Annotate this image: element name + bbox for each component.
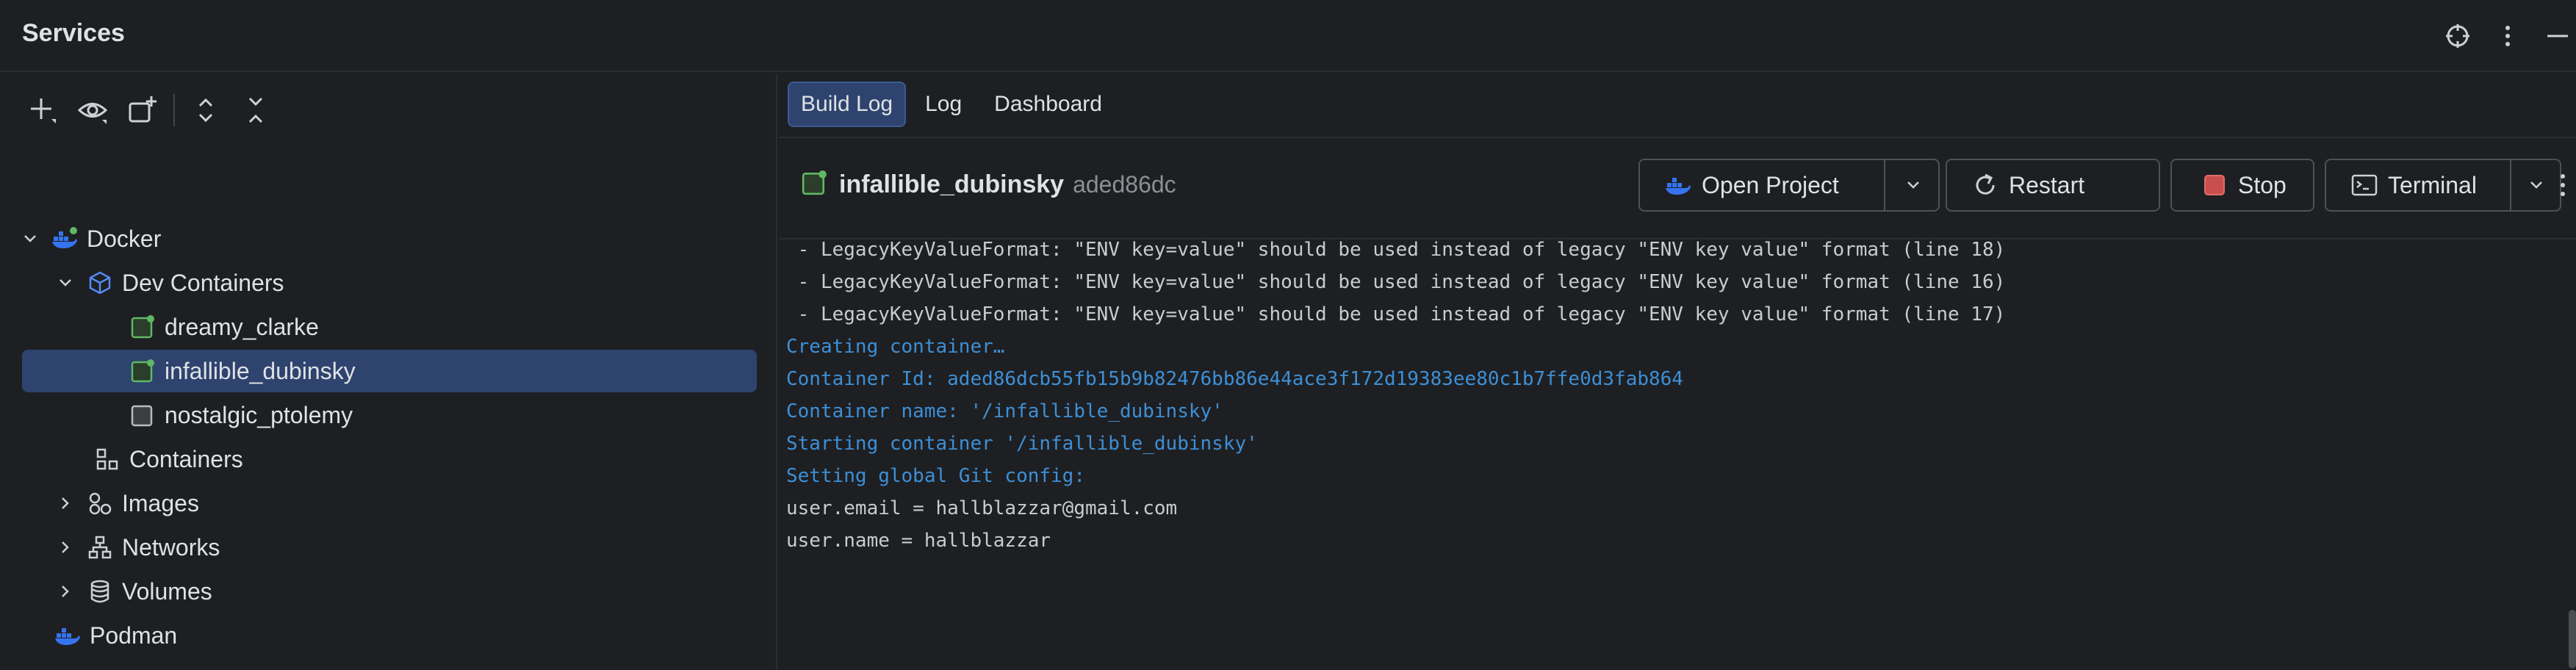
log-line: - LegacyKeyValueFormat: "ENV key=value" … bbox=[786, 303, 2006, 325]
toolbar-separator bbox=[173, 94, 175, 126]
stop-label: Stop bbox=[2238, 171, 2287, 198]
details-tabs: Build Log Log Dashboard bbox=[788, 81, 1121, 128]
container-running-icon bbox=[129, 314, 156, 340]
stop-icon bbox=[2200, 170, 2229, 200]
collapse-all-icon[interactable] bbox=[235, 90, 276, 131]
docker-icon bbox=[51, 226, 78, 252]
tree-label-networks: Networks bbox=[122, 533, 220, 561]
tree-toolbar bbox=[22, 88, 285, 132]
log-line: Creating container… bbox=[786, 336, 1005, 358]
tree-label-dev-containers: Dev Containers bbox=[122, 269, 284, 296]
log-line: - LegacyKeyValueFormat: "ENV key=value" … bbox=[786, 239, 2006, 261]
terminal-button[interactable]: Terminal bbox=[2325, 159, 2561, 212]
tree-item-docker[interactable]: Docker bbox=[19, 217, 161, 260]
container-name: infallible_dubinsky bbox=[839, 170, 1065, 198]
chevron-down-icon[interactable] bbox=[54, 272, 76, 294]
plus-icon[interactable] bbox=[22, 90, 63, 131]
tree-item-container-selected[interactable]: infallible_dubinsky bbox=[22, 350, 757, 392]
expand-all-icon[interactable] bbox=[185, 90, 226, 131]
tree-item-podman[interactable]: Podman bbox=[54, 614, 177, 657]
stop-button[interactable]: Stop bbox=[2170, 159, 2314, 212]
chevron-right-icon[interactable] bbox=[54, 492, 76, 514]
container-running-icon bbox=[801, 170, 827, 200]
restart-button[interactable]: Restart bbox=[1946, 159, 2160, 212]
tree-label-images: Images bbox=[122, 489, 199, 516]
chevron-down-icon[interactable] bbox=[19, 228, 41, 250]
tree-label-volumes: Volumes bbox=[122, 577, 212, 605]
button-split bbox=[1884, 160, 1885, 210]
target-icon[interactable] bbox=[2439, 18, 2476, 54]
tree-label-docker: Docker bbox=[87, 225, 162, 252]
container-id: aded86dc bbox=[1073, 170, 1176, 198]
tree-item-images[interactable]: Images bbox=[54, 482, 199, 525]
restart-icon bbox=[1971, 170, 2000, 200]
build-log-output[interactable]: - LegacyKeyValueFormat: "ENV key=value" … bbox=[786, 234, 2550, 557]
containers-icon bbox=[94, 446, 120, 472]
container-running-icon bbox=[129, 358, 156, 384]
window-title: Services bbox=[22, 19, 125, 47]
tree-item-networks[interactable]: Networks bbox=[54, 526, 220, 569]
volumes-icon bbox=[87, 578, 113, 605]
log-line: Setting global Git config: bbox=[786, 465, 1085, 487]
tree-item-containers[interactable]: Containers bbox=[94, 438, 243, 480]
cube-icon bbox=[87, 270, 113, 296]
more-vertical-icon[interactable] bbox=[2489, 18, 2526, 54]
tree-label-container: nostalgic_ptolemy bbox=[165, 401, 353, 428]
chevron-down-icon[interactable] bbox=[1888, 160, 1938, 210]
restart-label: Restart bbox=[2009, 171, 2085, 198]
title-bar: Services bbox=[0, 0, 2576, 72]
podman-icon bbox=[54, 622, 81, 649]
title-actions bbox=[2439, 18, 2576, 54]
terminal-label: Terminal bbox=[2388, 171, 2477, 198]
docker-icon bbox=[1663, 170, 1693, 200]
log-line: Container Id: aded86dcb55fb15b9b82476bb8… bbox=[786, 368, 1683, 390]
tab-build-log[interactable]: Build Log bbox=[788, 82, 907, 127]
log-scrollbar[interactable] bbox=[2569, 610, 2576, 669]
chevron-right-icon[interactable] bbox=[54, 580, 76, 602]
terminal-icon bbox=[2350, 170, 2379, 200]
tab-log[interactable]: Log bbox=[912, 82, 975, 127]
chevron-right-icon[interactable] bbox=[54, 536, 76, 558]
tree-label-podman: Podman bbox=[90, 622, 178, 649]
services-tree-panel: Docker Dev Containers dreamy_clarke infa… bbox=[0, 73, 777, 670]
tree-item-container[interactable]: nostalgic_ptolemy bbox=[129, 394, 353, 436]
more-vertical-icon[interactable] bbox=[2550, 169, 2576, 201]
log-line: user.name = hallblazzar bbox=[786, 530, 1051, 552]
log-line: Container name: '/infallible_dubinsky' bbox=[786, 400, 1223, 422]
open-project-button[interactable]: Open Project bbox=[1638, 159, 1940, 212]
eye-icon[interactable] bbox=[72, 90, 113, 131]
details-panel: Build Log Log Dashboard infallible_dubin… bbox=[779, 73, 2576, 670]
tree-label-container: infallible_dubinsky bbox=[165, 357, 356, 384]
tree-label-container: dreamy_clarke bbox=[165, 313, 319, 340]
container-title: infallible_dubinsky aded86dc bbox=[801, 166, 1176, 203]
log-line: Starting container '/infallible_dubinsky… bbox=[786, 433, 1258, 455]
minimize-icon[interactable] bbox=[2539, 18, 2576, 54]
tree-item-container[interactable]: dreamy_clarke bbox=[129, 306, 319, 348]
new-group-icon[interactable] bbox=[122, 90, 163, 131]
tab-dashboard[interactable]: Dashboard bbox=[981, 82, 1115, 127]
log-line: user.email = hallblazzar@gmail.com bbox=[786, 497, 1178, 519]
log-line: - LegacyKeyValueFormat: "ENV key=value" … bbox=[786, 271, 2006, 293]
tree-label-containers: Containers bbox=[129, 445, 243, 472]
services-window: Services Docker Dev Containers dreamy_cl… bbox=[0, 0, 2576, 670]
container-stopped-icon bbox=[129, 402, 156, 428]
open-project-label: Open Project bbox=[1702, 171, 1839, 198]
tree-item-volumes[interactable]: Volumes bbox=[54, 570, 212, 613]
images-icon bbox=[87, 490, 113, 516]
tree-item-dev-containers[interactable]: Dev Containers bbox=[54, 262, 284, 304]
network-icon bbox=[87, 534, 113, 561]
